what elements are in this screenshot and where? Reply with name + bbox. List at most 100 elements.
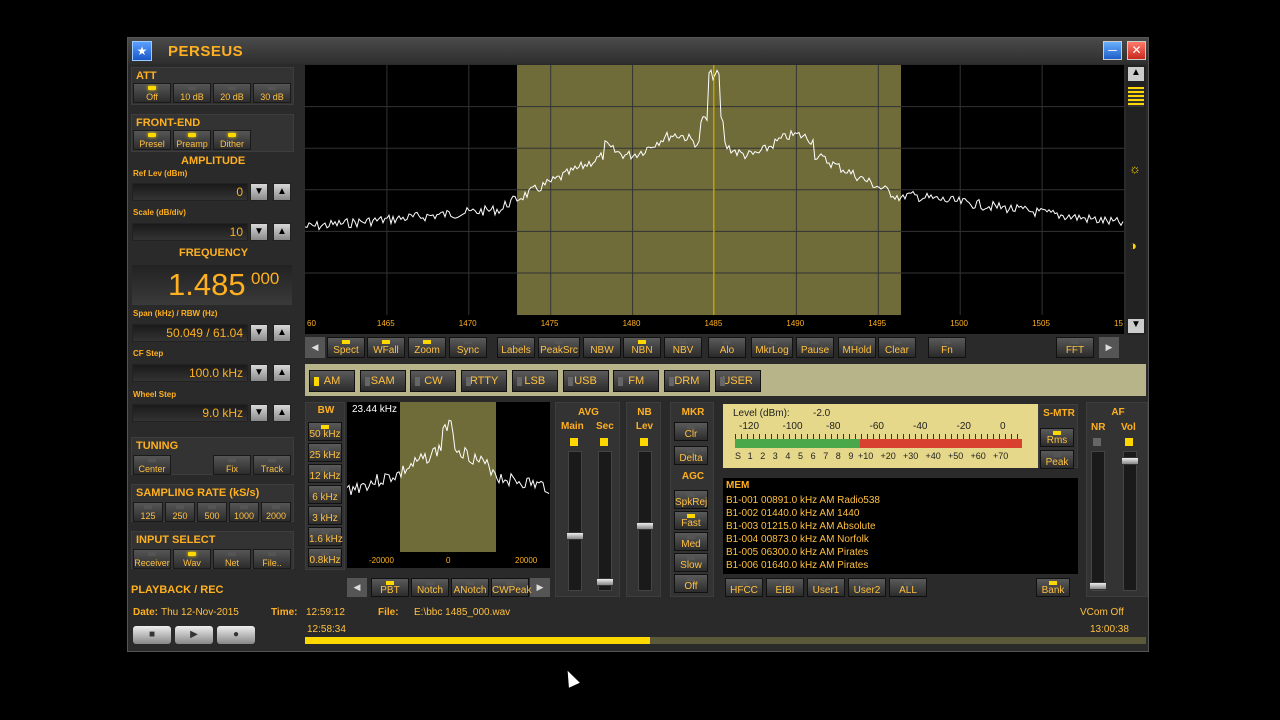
filter-left-icon[interactable]: ◀: [347, 578, 367, 597]
zoom-handle[interactable]: [1128, 87, 1144, 107]
frequency-display[interactable]: 1.485 000: [132, 265, 292, 305]
bw-button-1[interactable]: 25 kHz: [308, 443, 342, 462]
toolbar-button-fn[interactable]: Fn: [928, 337, 966, 358]
bw-button-3[interactable]: 6 kHz: [308, 485, 342, 504]
toolbar-left-icon[interactable]: ◀: [305, 337, 325, 358]
playback-progress-bar[interactable]: [305, 637, 1146, 644]
mem-row[interactable]: B1-001 00891.0 kHz AM Radio538: [726, 494, 880, 507]
toolbar-button-mkrlog[interactable]: MkrLog: [751, 337, 793, 358]
ref-level-up-icon[interactable]: ▲: [273, 183, 291, 201]
brightness-icon[interactable]: ☼: [1129, 161, 1141, 176]
toolbar-button-spect[interactable]: Spect: [327, 337, 365, 358]
wheel-step-up-icon[interactable]: ▲: [273, 404, 291, 422]
span-field[interactable]: 50.049 / 61.04: [132, 324, 248, 342]
sampling-button-4[interactable]: 2000: [261, 502, 291, 522]
mem-row[interactable]: B1-006 01640.0 kHz AM Pirates: [726, 559, 880, 572]
agc-button-spkrej[interactable]: SpkRej: [674, 490, 708, 509]
scale-field[interactable]: 10: [132, 223, 248, 241]
toolbar-right-icon[interactable]: ▶: [1099, 337, 1119, 358]
tuning-button-1[interactable]: Fix: [213, 455, 251, 475]
scroll-down-icon[interactable]: ▼: [1128, 319, 1144, 333]
nb-led[interactable]: [640, 438, 648, 446]
mem-row[interactable]: B1-002 01440.0 kHz AM 1440: [726, 507, 880, 520]
mode-button-rtty[interactable]: RTTY: [461, 370, 508, 392]
toolbar-button-sync[interactable]: Sync: [449, 337, 487, 358]
agc-button-off[interactable]: Off: [674, 574, 708, 593]
mem-button-eibi[interactable]: EIBI: [766, 578, 804, 597]
bw-button-2[interactable]: 12 kHz: [308, 464, 342, 483]
toolbar-button-labels[interactable]: Labels: [497, 337, 535, 358]
filter-graph[interactable]: [347, 402, 550, 552]
filter-button-cwpeak[interactable]: CWPeak: [491, 578, 531, 597]
sampling-button-2[interactable]: 500: [197, 502, 227, 522]
title-bar[interactable]: ★ PERSEUS ─ ✕: [128, 38, 1148, 64]
toolbar-button-peaksrc[interactable]: PeakSrc: [538, 337, 580, 358]
mode-button-usb[interactable]: USB: [562, 370, 609, 392]
close-icon[interactable]: ✕: [1127, 41, 1146, 60]
mem-button-user2[interactable]: User2: [848, 578, 886, 597]
att-button-2[interactable]: 20 dB: [213, 83, 251, 103]
agc-button-fast[interactable]: Fast: [674, 511, 708, 530]
input-button-2[interactable]: Net: [213, 549, 251, 569]
bank-button[interactable]: Bank: [1036, 578, 1070, 597]
wheel-step-field[interactable]: 9.0 kHz: [132, 404, 248, 422]
ref-level-down-icon[interactable]: ▼: [250, 183, 268, 201]
toolbar-button-nbw[interactable]: NBW: [583, 337, 621, 358]
bw-button-4[interactable]: 3 kHz: [308, 506, 342, 525]
scroll-up-icon[interactable]: ▲: [1128, 67, 1144, 81]
spectrum-plot[interactable]: [305, 65, 1124, 315]
toolbar-button-pause[interactable]: Pause: [796, 337, 834, 358]
mode-button-am[interactable]: AM: [309, 370, 355, 392]
toolbar-button-mhold[interactable]: MHold: [838, 337, 876, 358]
sampling-button-1[interactable]: 250: [165, 502, 195, 522]
filter-plot[interactable]: 23.44 kHz: [347, 402, 550, 552]
filter-button-pbt[interactable]: PBT: [371, 578, 409, 597]
volume-slider[interactable]: [1121, 451, 1139, 591]
record-icon[interactable]: ●: [217, 626, 255, 644]
spectrum-graph[interactable]: [305, 65, 1124, 315]
play-icon[interactable]: ▶: [175, 626, 213, 644]
scale-down-icon[interactable]: ▼: [250, 223, 268, 241]
slider-thumb[interactable]: [566, 532, 584, 540]
tuning-button-2[interactable]: Track: [253, 455, 291, 475]
wheel-step-down-icon[interactable]: ▼: [250, 404, 268, 422]
mode-button-sam[interactable]: SAM: [359, 370, 406, 392]
slider-thumb[interactable]: [596, 578, 614, 586]
toolbar-button-alo[interactable]: Alo: [708, 337, 746, 358]
cf-step-up-icon[interactable]: ▲: [273, 364, 291, 382]
app-logo-icon[interactable]: ★: [132, 41, 152, 61]
toolbar-button-clear[interactable]: Clear: [878, 337, 916, 358]
frontend-button-1[interactable]: Preamp: [173, 130, 211, 150]
frontend-button-0[interactable]: Presel: [133, 130, 171, 150]
mem-row[interactable]: B1-004 00873.0 kHz AM Norfolk: [726, 533, 880, 546]
slider-thumb[interactable]: [1121, 457, 1139, 465]
avg-sec-led[interactable]: [600, 438, 608, 446]
mem-row[interactable]: B1-005 06300.0 kHz AM Pirates: [726, 546, 880, 559]
input-button-1[interactable]: Wav: [173, 549, 211, 569]
input-button-0[interactable]: Receiver: [133, 549, 171, 569]
filter-button-anotch[interactable]: ANotch: [451, 578, 489, 597]
bw-button-0[interactable]: 50 kHz: [308, 422, 342, 441]
att-button-1[interactable]: 10 dB: [173, 83, 211, 103]
minimize-icon[interactable]: ─: [1103, 41, 1122, 60]
agc-button-med[interactable]: Med: [674, 532, 708, 551]
toolbar-button-fft[interactable]: FFT: [1056, 337, 1094, 358]
nr-slider[interactable]: [1089, 451, 1107, 591]
toolbar-button-wfall[interactable]: WFall: [367, 337, 405, 358]
smtr-button-rms[interactable]: Rms: [1040, 428, 1074, 447]
nr-led[interactable]: [1093, 438, 1101, 446]
slider-thumb[interactable]: [636, 522, 654, 530]
filter-right-icon[interactable]: ▶: [530, 578, 550, 597]
vol-led[interactable]: [1125, 438, 1133, 446]
att-button-3[interactable]: 30 dB: [253, 83, 291, 103]
span-up-icon[interactable]: ▲: [273, 324, 291, 342]
avg-main-led[interactable]: [570, 438, 578, 446]
filter-button-notch[interactable]: Notch: [411, 578, 449, 597]
mode-button-cw[interactable]: CW: [410, 370, 457, 392]
toolbar-button-nbn[interactable]: NBN: [623, 337, 661, 358]
mkr-button-clr[interactable]: Clr: [674, 422, 708, 441]
mode-button-drm[interactable]: DRM: [663, 370, 710, 392]
att-button-0[interactable]: Off: [133, 83, 171, 103]
sampling-button-3[interactable]: 1000: [229, 502, 259, 522]
slider-thumb[interactable]: [1089, 582, 1107, 590]
